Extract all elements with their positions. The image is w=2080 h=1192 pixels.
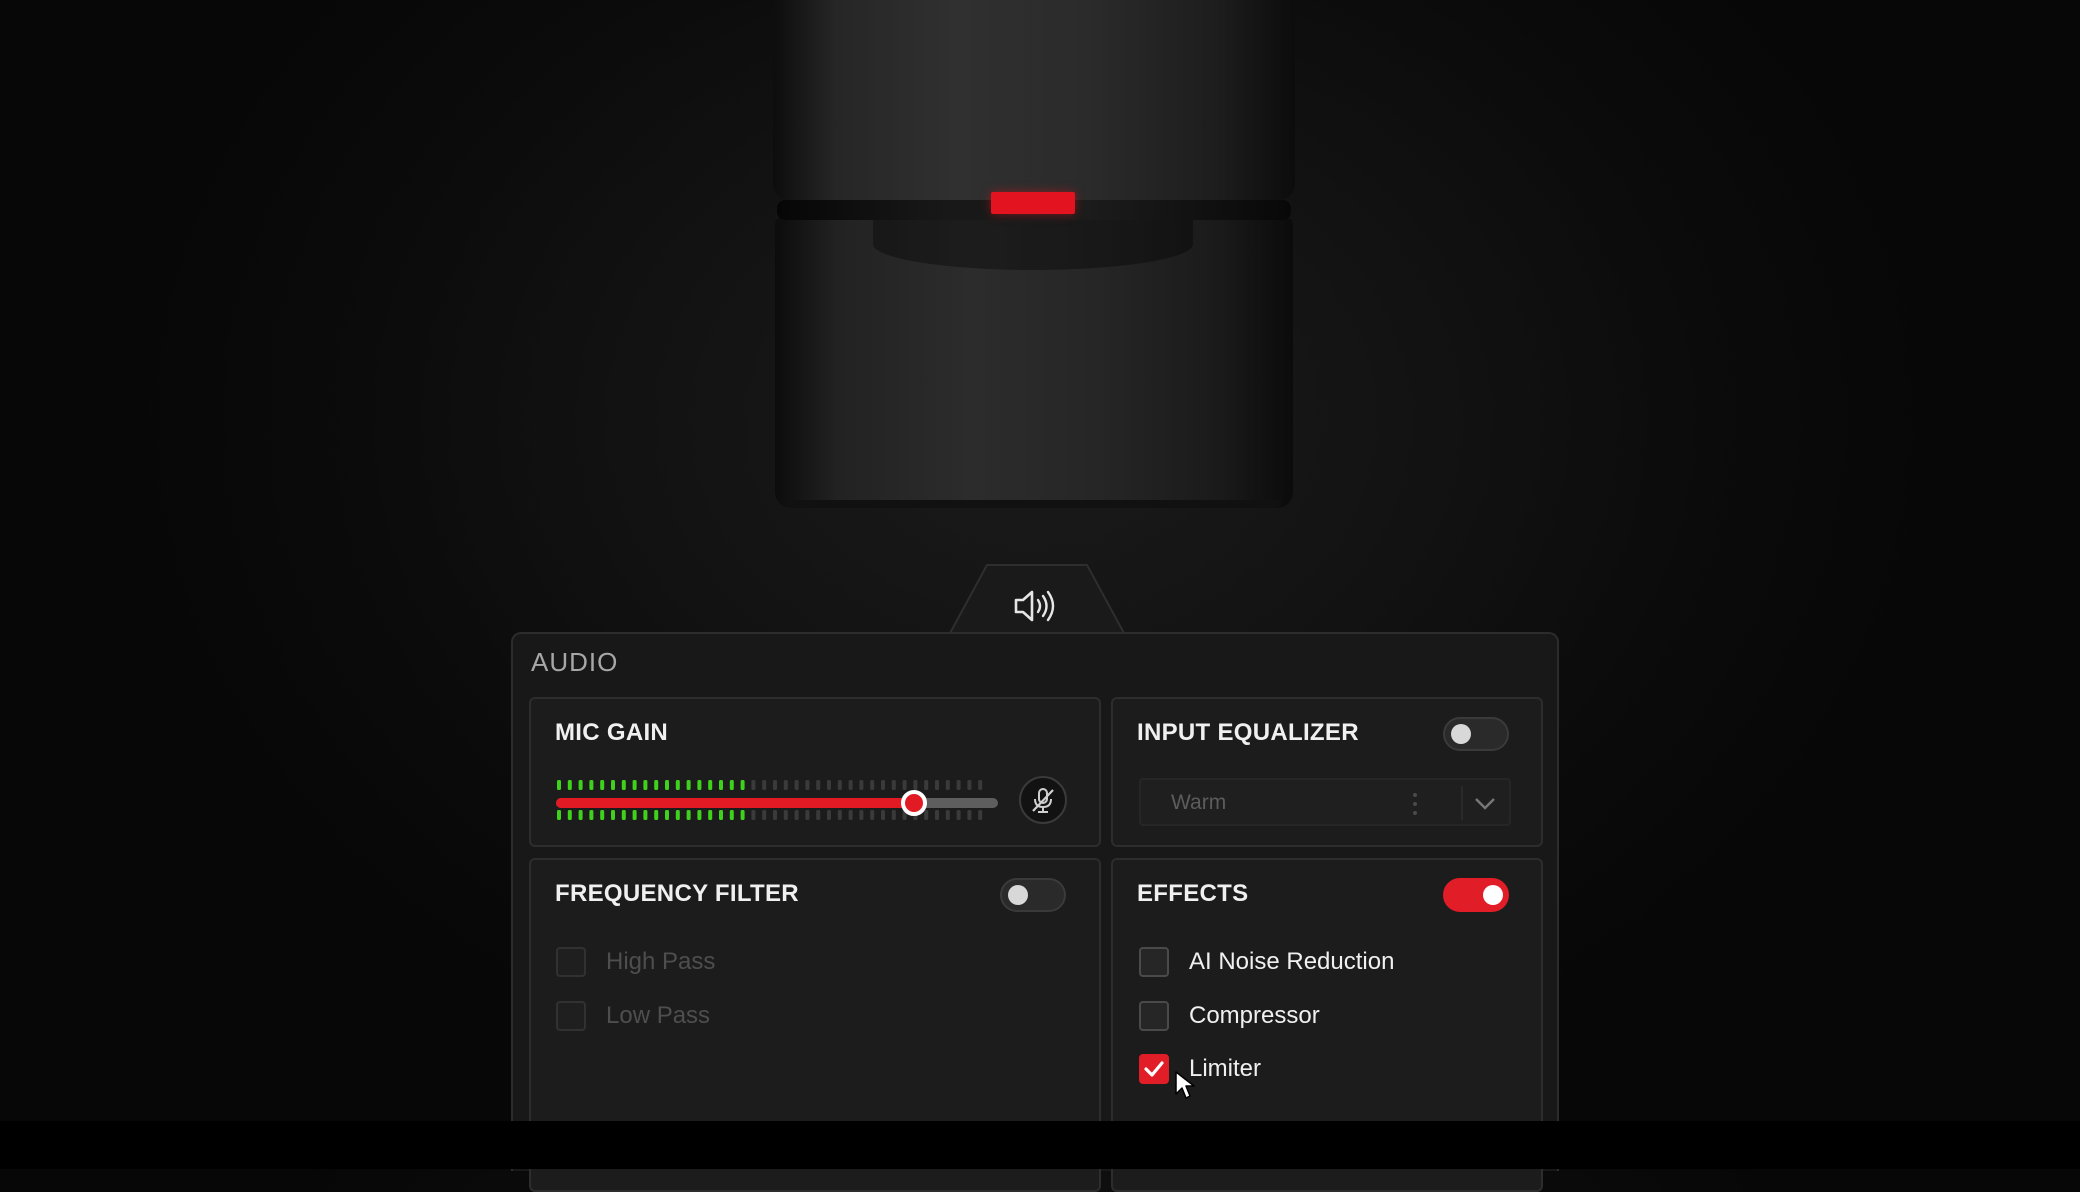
limiter-option[interactable]: Limiter [1139,1052,1261,1086]
level-meter-bottom [557,810,983,820]
limiter-label: Limiter [1189,1055,1262,1082]
letterbox-bar [0,1121,2080,1169]
input-equalizer-toggle[interactable] [1443,717,1509,751]
mic-gain-slider-thumb[interactable] [901,790,927,816]
mic-status-led [991,192,1075,214]
ai-noise-reduction-checkbox[interactable] [1139,947,1169,977]
limiter-checkbox[interactable] [1139,1054,1169,1084]
speaker-icon [1014,590,1055,622]
more-options-icon[interactable] [1412,790,1418,818]
low-pass-checkbox[interactable] [556,1001,586,1031]
ai-noise-reduction-option[interactable]: AI Noise Reduction [1139,945,1394,979]
mic-gain-card: MIC GAIN [529,697,1101,847]
mic-gain-slider-fill [556,798,914,808]
high-pass-checkbox[interactable] [556,947,586,977]
mic-muted-icon [1032,788,1054,813]
mic-mute-button[interactable] [1019,776,1067,824]
eq-preset-value: Warm [1171,791,1227,814]
mic-gain-title: MIC GAIN [555,719,669,746]
check-icon [1144,1061,1164,1077]
eq-preset-dropdown[interactable]: Warm [1139,778,1511,826]
microphone-image [773,0,1295,520]
ai-noise-reduction-label: AI Noise Reduction [1189,948,1395,975]
input-equalizer-title: INPUT EQUALIZER [1137,719,1359,746]
low-pass-label: Low Pass [606,1002,711,1029]
compressor-label: Compressor [1189,1002,1320,1029]
frequency-filter-toggle[interactable] [1000,878,1066,912]
panel-title: AUDIO [531,647,619,677]
mouse-cursor-icon [1175,1071,1195,1099]
high-pass-option[interactable]: High Pass [556,945,715,979]
compressor-checkbox[interactable] [1139,1001,1169,1031]
compressor-option[interactable]: Compressor [1139,999,1320,1033]
chevron-down-icon [1475,798,1495,810]
effects-title: EFFECTS [1137,880,1249,907]
level-meter-top [557,780,983,790]
low-pass-option[interactable]: Low Pass [556,999,710,1033]
effects-toggle[interactable] [1443,878,1509,912]
frequency-filter-title: FREQUENCY FILTER [555,880,799,907]
high-pass-label: High Pass [606,948,716,975]
